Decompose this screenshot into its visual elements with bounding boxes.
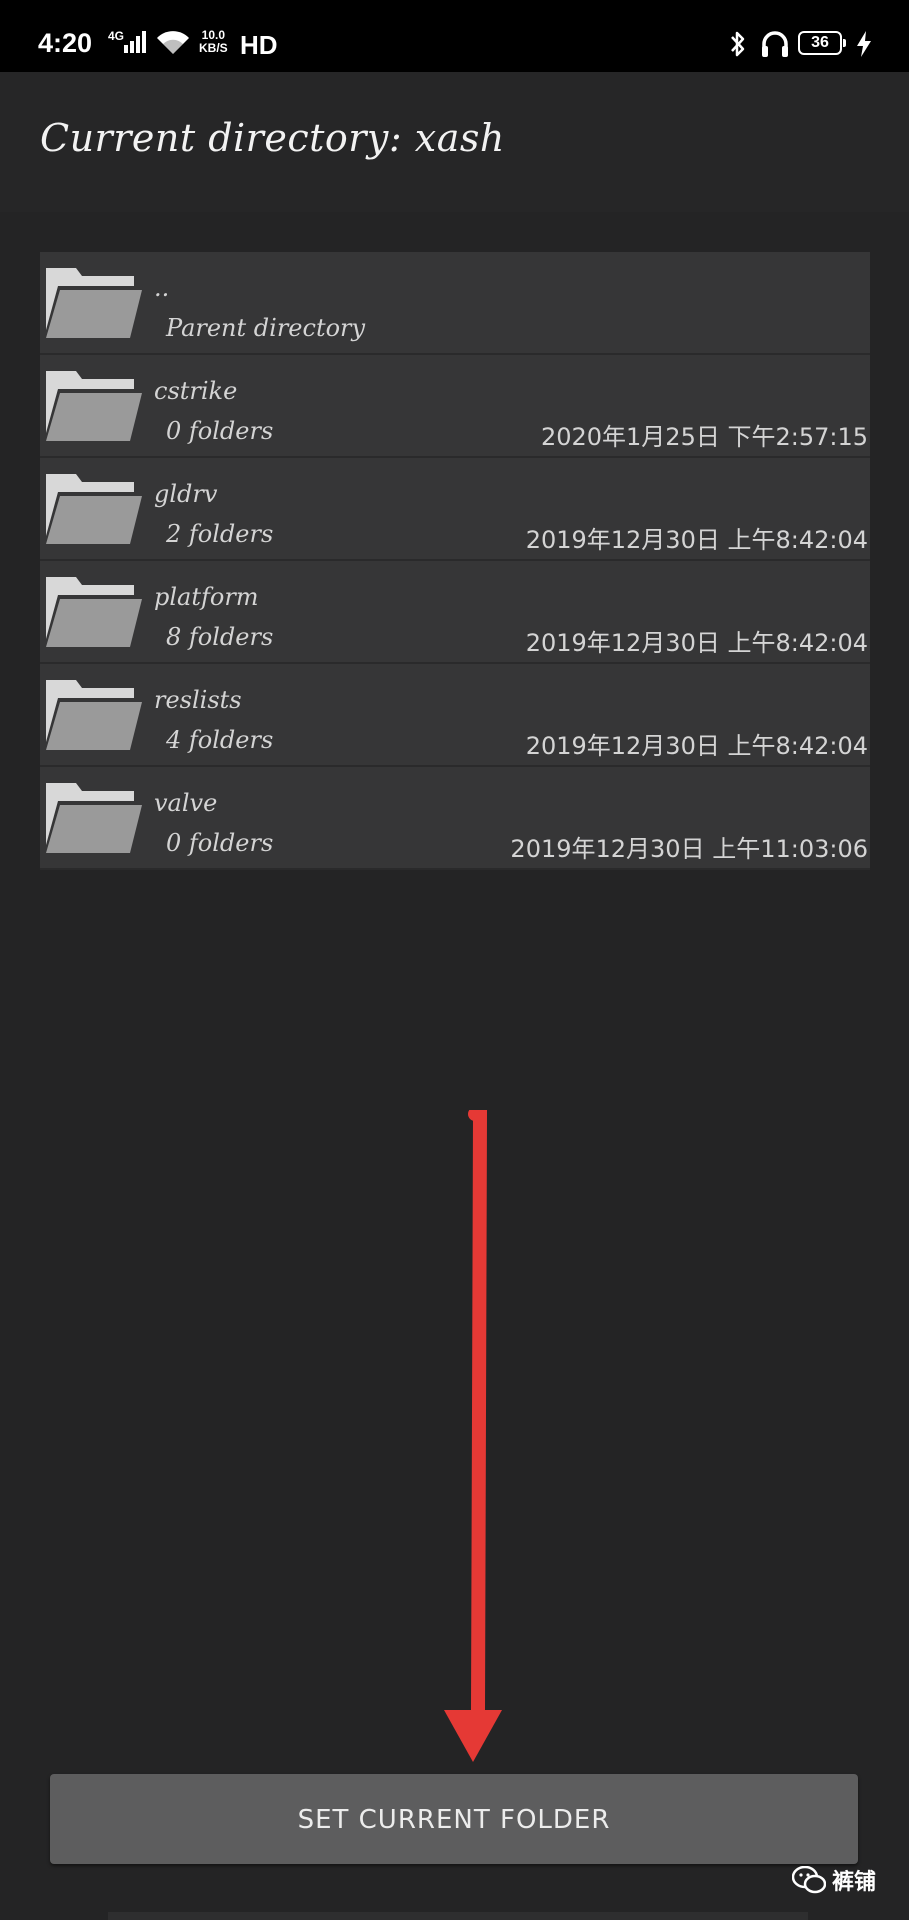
file-info: Parent directory xyxy=(166,314,366,342)
page-title: Current directory: xash xyxy=(40,116,505,160)
file-name: valve xyxy=(154,789,218,817)
file-date: 2019年12月30日 上午8:42:04 xyxy=(525,732,868,760)
file-date: 2020年1月25日 下午2:57:15 xyxy=(540,423,868,451)
file-row[interactable]: valve 0 folders 2019年12月30日 上午11:03:06 xyxy=(40,767,870,870)
network-speed: 10.0 KB/S xyxy=(199,29,228,55)
file-date: 2019年12月30日 上午8:42:04 xyxy=(525,629,868,657)
speed-unit: KB/S xyxy=(199,41,228,55)
file-date: 2019年12月30日 上午8:42:04 xyxy=(525,526,868,554)
file-name: .. xyxy=(154,274,170,302)
folder-icon xyxy=(46,680,142,750)
red-arrow-annotation xyxy=(444,1110,502,1762)
file-name: cstrike xyxy=(154,377,238,405)
header: Current directory: xash xyxy=(0,72,909,212)
folder-icon xyxy=(46,783,142,853)
file-row[interactable]: platform 8 folders 2019年12月30日 上午8:42:04 xyxy=(40,561,870,664)
file-info: 2 folders xyxy=(166,520,274,548)
bottom-toolbar-hint xyxy=(108,1912,808,1920)
hd-indicator: HD xyxy=(240,30,278,60)
charging-bolt-icon xyxy=(857,31,871,57)
file-info: 4 folders xyxy=(166,726,274,754)
watermark-text: 裤铺 xyxy=(832,1870,877,1895)
status-time: 4:20 xyxy=(38,28,93,58)
folder-icon xyxy=(46,371,142,441)
watermark: 裤铺 xyxy=(792,1864,876,1896)
file-list: .. Parent directory cstrike 0 folders 20… xyxy=(40,252,870,870)
file-info: 0 folders xyxy=(166,417,274,445)
file-row[interactable]: cstrike 0 folders 2020年1月25日 下午2:57:15 xyxy=(40,355,870,458)
signal-icon xyxy=(124,31,146,53)
file-info: 8 folders xyxy=(166,623,274,651)
folder-icon xyxy=(46,474,142,544)
file-info: 0 folders xyxy=(166,829,274,857)
network-type: 4G xyxy=(108,29,125,43)
status-bar: 4:20 4G 10.0 KB/S HD 36 xyxy=(0,0,909,72)
bluetooth-icon xyxy=(731,31,745,57)
file-row-parent[interactable]: .. Parent directory xyxy=(40,252,870,355)
file-date: 2019年12月30日 上午11:03:06 xyxy=(510,835,868,863)
set-current-folder-button[interactable]: SET CURRENT FOLDER xyxy=(50,1774,858,1864)
battery-indicator: 36 xyxy=(798,31,846,55)
wechat-icon xyxy=(792,1866,826,1894)
folder-icon xyxy=(46,577,142,647)
headset-icon xyxy=(762,31,788,57)
file-name: gldrv xyxy=(154,480,218,508)
file-row[interactable]: gldrv 2 folders 2019年12月30日 上午8:42:04 xyxy=(40,458,870,561)
wifi-icon xyxy=(157,31,189,54)
file-name: reslists xyxy=(154,686,242,714)
file-row[interactable]: reslists 4 folders 2019年12月30日 上午8:42:04 xyxy=(40,664,870,767)
file-name: platform xyxy=(154,583,259,611)
folder-icon xyxy=(46,268,142,338)
